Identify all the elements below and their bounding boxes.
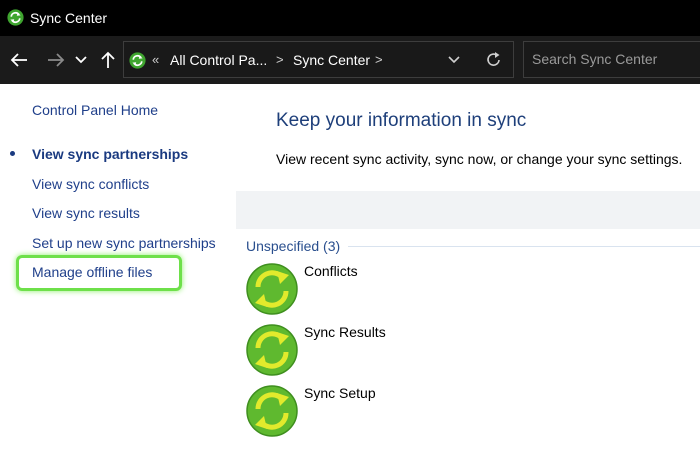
breadcrumb-item-control-panel[interactable]: All Control Pa... bbox=[170, 52, 267, 68]
sync-item-conflicts[interactable]: Conflicts bbox=[245, 262, 545, 318]
sidebar-item-set-up-sync-partnerships[interactable]: Set up new sync partnerships bbox=[32, 235, 216, 251]
up-button[interactable] bbox=[97, 48, 119, 72]
sync-center-icon bbox=[129, 52, 146, 69]
up-arrow-icon bbox=[101, 51, 115, 68]
sidebar-item-manage-offline-files[interactable]: Manage offline files bbox=[32, 264, 152, 280]
navigation-bar: « All Control Pa... > Sync Center > bbox=[0, 36, 700, 84]
recent-locations-button[interactable] bbox=[72, 48, 90, 72]
list-item-label: Sync Results bbox=[304, 324, 386, 340]
command-bar bbox=[236, 191, 700, 229]
breadcrumb-separator[interactable]: > bbox=[375, 52, 383, 67]
sidebar-item-view-sync-partnerships[interactable]: View sync partnerships bbox=[32, 146, 188, 162]
sync-icon bbox=[246, 385, 298, 437]
page-title: Keep your information in sync bbox=[276, 110, 527, 131]
sync-item-sync-setup[interactable]: Sync Setup bbox=[245, 384, 545, 440]
list-item-label: Conflicts bbox=[304, 263, 358, 279]
breadcrumb-item-sync-center[interactable]: Sync Center bbox=[293, 52, 370, 68]
control-panel-home-link[interactable]: Control Panel Home bbox=[32, 102, 158, 118]
refresh-icon[interactable] bbox=[486, 51, 502, 68]
back-button[interactable] bbox=[8, 48, 30, 72]
group-header[interactable]: Unspecified (3) bbox=[246, 238, 340, 254]
title-bar: Sync Center bbox=[0, 0, 700, 36]
breadcrumb-overflow[interactable]: « bbox=[152, 52, 159, 67]
search-box[interactable] bbox=[523, 41, 700, 78]
sidebar-item-view-sync-conflicts[interactable]: View sync conflicts bbox=[32, 176, 149, 192]
sync-icon bbox=[246, 263, 298, 315]
search-input[interactable] bbox=[532, 51, 697, 67]
back-arrow-icon bbox=[10, 53, 27, 67]
list-item-label: Sync Setup bbox=[304, 385, 376, 401]
forward-button[interactable] bbox=[45, 48, 67, 72]
window-title: Sync Center bbox=[30, 10, 108, 26]
address-bar[interactable]: « All Control Pa... > Sync Center > bbox=[123, 41, 514, 78]
page-description: View recent sync activity, sync now, or … bbox=[276, 151, 683, 167]
sync-icon bbox=[246, 324, 298, 376]
sync-item-sync-results[interactable]: Sync Results bbox=[245, 323, 545, 379]
chevron-down-icon bbox=[75, 56, 87, 64]
group-divider bbox=[348, 246, 700, 247]
breadcrumb-separator[interactable]: > bbox=[276, 52, 284, 67]
sync-center-icon bbox=[7, 9, 24, 26]
chevron-down-icon[interactable] bbox=[448, 56, 460, 64]
sidebar-item-view-sync-results[interactable]: View sync results bbox=[32, 205, 140, 221]
active-bullet bbox=[10, 151, 15, 156]
forward-arrow-icon bbox=[48, 53, 65, 67]
